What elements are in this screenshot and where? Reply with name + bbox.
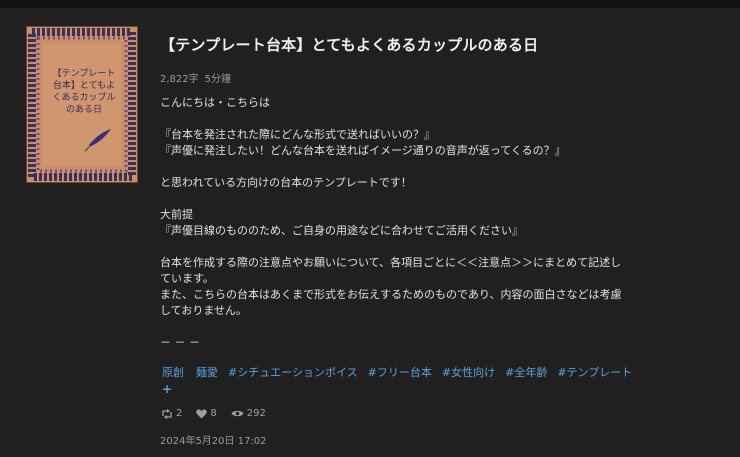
tag-original[interactable]: 原創: [162, 366, 184, 379]
view-count: 292: [231, 408, 266, 419]
work-stats: 2 8 292: [161, 408, 280, 419]
char-count: 2,822字: [160, 74, 199, 85]
heart-icon: [196, 409, 208, 418]
repost-count[interactable]: 2: [161, 408, 182, 419]
desc-line: また、こちらの台本はあくまで形式をお伝えするためのものであり、内容の面白さなどは…: [160, 288, 622, 301]
tag-item[interactable]: #テンプレート: [557, 366, 632, 379]
tag-item[interactable]: #女性向け: [442, 366, 495, 379]
desc-line: と思われている方向けの台本のテンプレートです！: [160, 176, 412, 189]
repost-icon: [162, 408, 172, 419]
tag-item[interactable]: #全年齢: [505, 366, 547, 379]
repost-value: 2: [176, 408, 183, 419]
desc-line: 『声優目線のもののため、ご自身の用途などに合わせてご活用ください』: [160, 224, 523, 237]
desc-line: 台本を作成する際の注意点やお願いについて、各項目ごとに＜＜注意点＞＞にまとめて記…: [160, 256, 622, 269]
view-value: 292: [246, 408, 266, 419]
top-bar: [0, 0, 740, 8]
desc-line: ています。: [160, 272, 214, 285]
desc-line: こんにちは・こちらは: [160, 96, 270, 109]
desc-line: 『台本を発注された際にどんな形式で送ればいいの？』: [160, 128, 435, 141]
tag-item[interactable]: #フリー台本: [368, 366, 432, 379]
cover-title: 【テンプレート 台本】とてもよ くあるカップル のある日: [52, 69, 116, 115]
tag-item[interactable]: 麺愛: [196, 366, 218, 379]
desc-line: － － －: [160, 336, 200, 349]
read-time: 5分鐘: [204, 74, 232, 85]
desc-line: 大前提: [160, 208, 193, 221]
work-description: こんにちは・こちらは 『台本を発注された際にどんな形式で送ればいいの？』 『声優…: [160, 95, 680, 351]
tag-item[interactable]: #シチュエーションボイス: [228, 366, 358, 379]
desc-line: しておりません。: [160, 304, 248, 317]
cover-image[interactable]: 【テンプレート 台本】とてもよ くあるカップル のある日: [26, 26, 138, 183]
desc-line: 『声優に発注したい！どんな台本を送ればイメージ通りの音声が返ってくるの？』: [160, 144, 566, 157]
tag-list: 原創 麺愛 #シチュエーションボイス #フリー台本 #女性向け #全年齢 #テンプレート +: [162, 365, 682, 398]
like-value: 8: [210, 408, 217, 419]
work-title[interactable]: 【テンプレート台本】とてもよくあるカップルのある日: [160, 34, 538, 55]
eye-icon: [231, 410, 244, 417]
add-tag-button[interactable]: +: [162, 382, 172, 396]
publish-date: 2024年5月20日 17:02: [160, 436, 267, 447]
like-count[interactable]: 8: [196, 408, 217, 419]
work-meta: 2,822字 5分鐘: [160, 70, 231, 85]
